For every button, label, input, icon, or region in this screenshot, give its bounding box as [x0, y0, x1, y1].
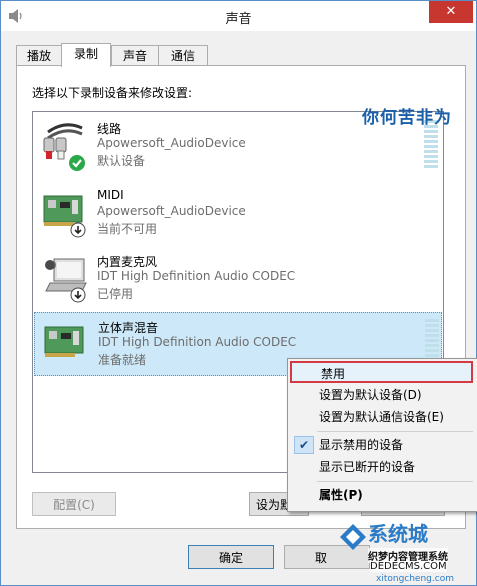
tab-playback[interactable]: 播放 [16, 45, 62, 66]
watermark-domain: DEDECMS.COM [370, 561, 447, 572]
device-name: 立体声混音 [98, 321, 159, 335]
down-arrow-icon [70, 222, 86, 238]
tab-recording[interactable]: 录制 [61, 43, 111, 67]
device-name: 线路 [97, 122, 122, 136]
menu-item-set-default-comm[interactable]: 设置为默认通信设备(E) [290, 406, 473, 428]
ok-button[interactable]: 确定 [188, 545, 274, 569]
menu-item-disable[interactable]: 禁用 [290, 361, 473, 383]
menu-item-label: 显示禁用的设备 [319, 438, 404, 452]
menu-item-show-disconnected[interactable]: 显示已断开的设备 [290, 456, 473, 478]
checkmark-icon: ✔ [294, 436, 314, 454]
menu-item-show-disabled[interactable]: ✔ 显示禁用的设备 [290, 434, 473, 456]
device-driver: IDT High Definition Audio CODEC [98, 335, 297, 349]
device-driver: Apowersoft_AudioDevice [97, 136, 246, 150]
window-title: 声音 [225, 12, 252, 27]
menu-item-properties[interactable]: 属性(P) [290, 484, 473, 506]
titlebar: 声音 ✕ [1, 1, 476, 31]
device-status: 当前不可用 [97, 222, 158, 236]
configure-button[interactable]: 配置(C) [32, 492, 116, 516]
device-status: 已停用 [97, 287, 134, 301]
device-status: 准备就绪 [98, 353, 147, 367]
list-item-builtin-mic[interactable]: 内置麦克风 IDT High Definition Audio CODEC 已停… [34, 247, 442, 311]
overlay-caption: 你何苦非为 [362, 108, 452, 128]
menu-item-set-default[interactable]: 设置为默认设备(D) [290, 384, 473, 406]
close-button[interactable]: ✕ [429, 1, 473, 23]
sound-card-icon [44, 326, 84, 357]
menu-separator [317, 431, 473, 432]
list-item-midi[interactable]: MIDI Apowersoft_AudioDevice 当前不可用 [34, 182, 442, 246]
brand-logo-icon [340, 524, 366, 550]
watermark: 系统城 织梦内容管理系统 DEDECMS.COM xitongcheng.com [336, 510, 476, 586]
context-menu: 禁用 设置为默认设备(D) 设置为默认通信设备(E) ✔ 显示禁用的设备 显示已… [287, 358, 477, 512]
device-status: 默认设备 [97, 154, 146, 168]
device-name: MIDI [97, 188, 124, 202]
watermark-brand: 系统城 [368, 522, 428, 546]
green-check-icon [69, 155, 85, 171]
device-name: 内置麦克风 [97, 255, 158, 269]
instruction-label: 选择以下录制设备来修改设置: [32, 86, 193, 100]
down-arrow-icon [70, 287, 86, 303]
tab-sounds[interactable]: 声音 [111, 45, 159, 66]
tab-communications[interactable]: 通信 [158, 45, 208, 66]
watermark-url: xitongcheng.com [376, 574, 454, 584]
device-driver: IDT High Definition Audio CODEC [97, 269, 296, 283]
device-driver: Apowersoft_AudioDevice [97, 204, 246, 218]
menu-separator [317, 481, 473, 482]
